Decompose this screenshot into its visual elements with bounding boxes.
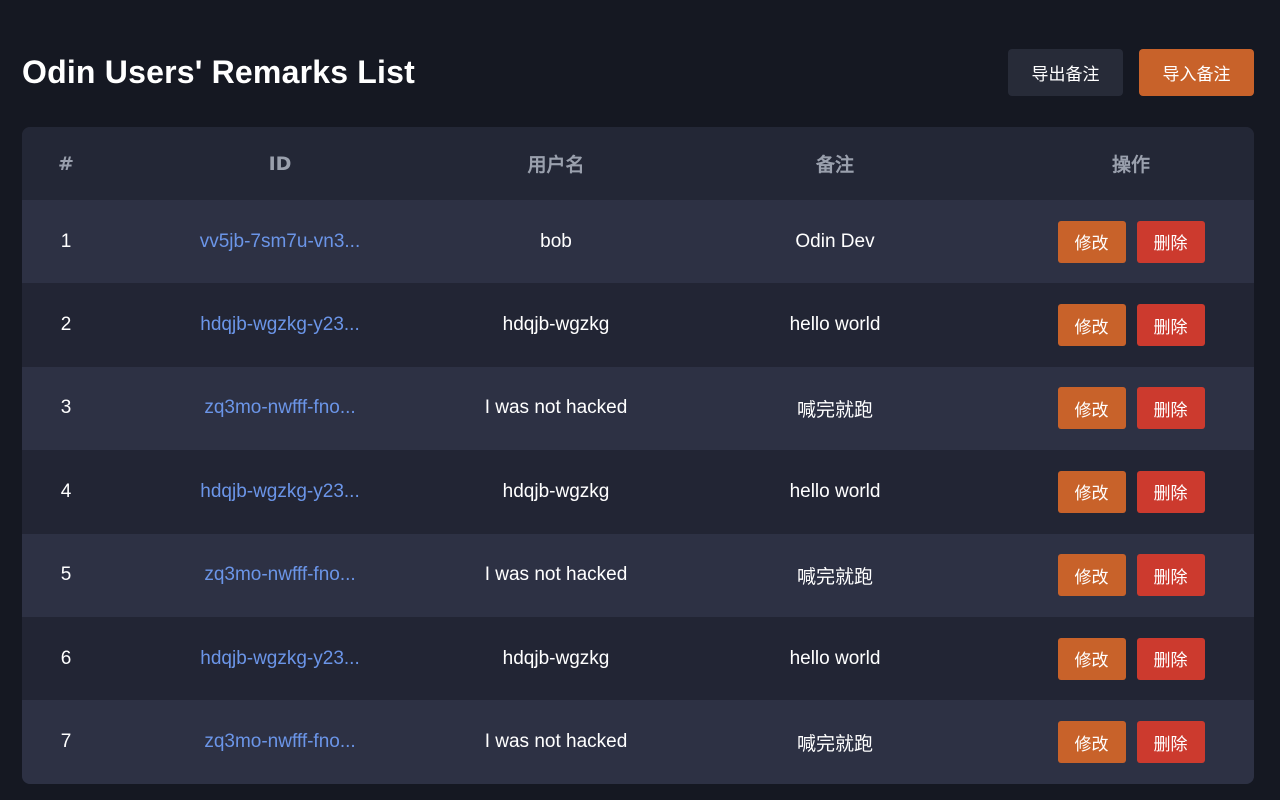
column-header-id: ID	[268, 152, 292, 175]
row-actions: 修改 删除	[1008, 721, 1254, 764]
table-row: 4 hdqjb-wgzkg-y23... hdqjb-wgzkg hello w…	[22, 450, 1254, 534]
row-index: 7	[60, 731, 72, 753]
row-remark: hello world	[789, 314, 881, 336]
row-index: 3	[60, 397, 72, 419]
delete-button[interactable]: 删除	[1136, 637, 1205, 680]
edit-button[interactable]: 修改	[1057, 721, 1126, 764]
edit-button[interactable]: 修改	[1057, 554, 1126, 597]
row-username: hdqjb-wgzkg	[502, 647, 610, 669]
column-header-index: #	[58, 152, 74, 175]
row-remark: 喊完就跑	[796, 566, 873, 588]
row-id-link[interactable]: zq3mo-nwfff-fno...	[110, 564, 450, 586]
delete-button[interactable]: 删除	[1136, 304, 1205, 347]
row-username: I was not hacked	[484, 397, 628, 419]
row-index: 2	[60, 314, 72, 336]
column-header-actions: 操作	[1111, 154, 1150, 176]
delete-button[interactable]: 删除	[1136, 554, 1205, 597]
row-username: I was not hacked	[484, 564, 628, 586]
edit-button[interactable]: 修改	[1057, 304, 1126, 347]
table-header-row: # ID 用户名 备注 操作	[22, 127, 1254, 200]
remarks-table: # ID 用户名 备注 操作 1 vv5jb-7sm7u-vn3... bob …	[22, 127, 1254, 784]
table-row: 2 hdqjb-wgzkg-y23... hdqjb-wgzkg hello w…	[22, 283, 1254, 367]
column-header-remark: 备注	[815, 154, 854, 176]
row-index: 1	[60, 230, 72, 252]
row-id-link[interactable]: hdqjb-wgzkg-y23...	[110, 314, 450, 336]
table-row: 7 zq3mo-nwfff-fno... I was not hacked 喊完…	[22, 700, 1254, 784]
table-row: 6 hdqjb-wgzkg-y23... hdqjb-wgzkg hello w…	[22, 616, 1254, 701]
row-actions: 修改 删除	[1008, 387, 1254, 430]
row-remark: 喊完就跑	[796, 399, 873, 421]
row-remark: Odin Dev	[795, 230, 875, 252]
edit-button[interactable]: 修改	[1057, 220, 1126, 263]
page-title: Odin Users' Remarks List	[22, 53, 416, 90]
table-body: 1 vv5jb-7sm7u-vn3... bob Odin Dev 修改 删除 …	[22, 200, 1254, 784]
table-row: 5 zq3mo-nwfff-fno... I was not hacked 喊完…	[22, 533, 1254, 617]
row-actions: 修改 删除	[1008, 637, 1254, 680]
row-actions: 修改 删除	[1008, 220, 1254, 263]
row-id-link[interactable]: vv5jb-7sm7u-vn3...	[110, 231, 450, 253]
page-header: Odin Users' Remarks List 导出备注 导入备注	[22, 48, 1254, 96]
row-index: 5	[60, 564, 72, 586]
row-id-link[interactable]: zq3mo-nwfff-fno...	[110, 731, 450, 753]
header-actions: 导出备注 导入备注	[1008, 48, 1254, 96]
row-username: I was not hacked	[484, 731, 628, 753]
row-actions: 修改 删除	[1008, 554, 1254, 597]
row-actions: 修改 删除	[1008, 470, 1254, 513]
row-index: 4	[60, 480, 72, 502]
delete-button[interactable]: 删除	[1136, 470, 1205, 513]
row-username: hdqjb-wgzkg	[502, 480, 610, 502]
row-id-link[interactable]: hdqjb-wgzkg-y23...	[110, 481, 450, 503]
edit-button[interactable]: 修改	[1057, 637, 1126, 680]
table-row: 3 zq3mo-nwfff-fno... I was not hacked 喊完…	[22, 366, 1254, 451]
row-remark: hello world	[789, 647, 881, 669]
row-index: 6	[60, 647, 72, 669]
row-remark: 喊完就跑	[796, 733, 873, 755]
row-username: bob	[540, 230, 572, 252]
row-id-link[interactable]: hdqjb-wgzkg-y23...	[110, 648, 450, 670]
row-actions: 修改 删除	[1008, 304, 1254, 347]
import-remarks-button[interactable]: 导入备注	[1139, 48, 1254, 96]
delete-button[interactable]: 删除	[1136, 387, 1205, 430]
export-remarks-button[interactable]: 导出备注	[1008, 48, 1123, 96]
edit-button[interactable]: 修改	[1057, 470, 1126, 513]
delete-button[interactable]: 删除	[1136, 220, 1205, 263]
edit-button[interactable]: 修改	[1057, 387, 1126, 430]
row-username: hdqjb-wgzkg	[502, 314, 610, 336]
column-header-username: 用户名	[527, 154, 585, 176]
row-remark: hello world	[789, 480, 881, 502]
table-row: 1 vv5jb-7sm7u-vn3... bob Odin Dev 修改 删除	[22, 200, 1254, 284]
row-id-link[interactable]: zq3mo-nwfff-fno...	[110, 397, 450, 419]
delete-button[interactable]: 删除	[1136, 721, 1205, 764]
